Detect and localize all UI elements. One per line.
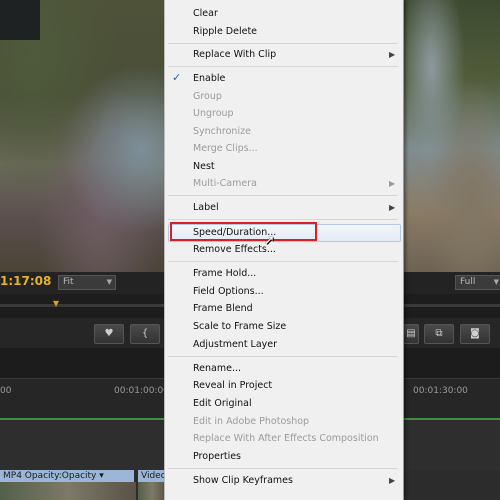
menu-item-adjustment-layer[interactable]: Adjustment Layer [193,339,277,350]
playback-quality-value: Full [460,277,476,287]
clip-thumbnail[interactable] [0,482,136,500]
menu-item-properties[interactable]: Properties [193,451,241,462]
overwrite-button[interactable]: ▤ [403,324,419,344]
menu-item-scale-to-frame-size[interactable]: Scale to Frame Size [193,321,286,332]
chevron-down-icon: ▼ [493,278,499,286]
menu-item-ripple-delete[interactable]: Ripple Delete [193,26,257,37]
submenu-arrow-icon: ▶ [389,476,396,485]
menu-item-rename[interactable]: Rename... [193,363,241,374]
add-marker-button[interactable]: ♥ [94,324,124,344]
submenu-arrow-icon: ▶ [389,50,396,59]
playhead-marker-icon[interactable]: ▾ [53,296,59,310]
menu-separator [168,219,398,220]
zoom-fit-value: Fit [63,277,74,287]
export-frame-camera-icon[interactable]: ◙ [460,324,490,344]
mouse-pointer-icon: ➚ [264,233,275,248]
menu-item-merge-clips: Merge Clips... [193,143,258,154]
ruler-label: 00 [0,386,12,396]
menu-item-edit-in-photoshop: Edit in Adobe Photoshop [193,416,310,427]
menu-item-edit-original[interactable]: Edit Original [193,398,252,409]
menu-item-replace-with-clip[interactable]: Replace With Clip [193,49,276,60]
menu-item-reveal-in-project[interactable]: Reveal in Project [193,380,272,391]
menu-item-synchronize: Synchronize [193,126,251,137]
playhead-timecode[interactable]: 1:17:08 [0,274,51,288]
menu-separator [168,195,398,196]
menu-item-enable[interactable]: Enable [193,73,225,84]
menu-item-replace-with-ae-composition: Replace With After Effects Composition [193,433,379,444]
menu-separator [168,468,398,469]
menu-item-nest[interactable]: Nest [193,161,215,172]
menu-item-clear[interactable]: Clear [193,8,218,19]
monitor-dark-corner [0,0,40,40]
submenu-arrow-icon: ▶ [389,203,396,212]
menu-separator [168,356,398,357]
ruler-label: 00:01:00:00 [114,386,169,396]
checkmark-icon: ✓ [172,71,182,84]
clip-opacity-label[interactable]: MP4 Opacity:Opacity ▾ [0,470,134,482]
ruler-label: 00:01:30:00 [413,386,468,396]
menu-item-frame-blend[interactable]: Frame Blend [193,303,253,314]
menu-separator [168,66,398,67]
program-monitor-video-left [0,0,166,272]
menu-item-field-options[interactable]: Field Options... [193,286,264,297]
clip-thumbnail[interactable] [138,482,166,500]
chevron-down-icon: ▼ [106,278,112,286]
menu-item-multi-camera: Multi-Camera [193,178,257,189]
menu-item-frame-hold[interactable]: Frame Hold... [193,268,256,279]
menu-item-show-clip-keyframes[interactable]: Show Clip Keyframes [193,475,293,486]
zoom-fit-select[interactable]: Fit ▼ [58,275,116,290]
playback-quality-select[interactable]: Full ▼ [455,275,500,290]
menu-item-group: Group [193,91,222,102]
menu-item-ungroup: Ungroup [193,108,234,119]
menu-separator [168,43,398,44]
menu-separator [168,261,398,262]
lift-extract-button[interactable]: ⧉ [424,324,454,344]
program-monitor-video-right [402,0,500,272]
menu-item-label[interactable]: Label [193,202,219,213]
submenu-arrow-icon: ▶ [389,179,396,188]
mark-in-button[interactable]: { [130,324,160,344]
speed-duration-highlight-box [170,222,317,241]
